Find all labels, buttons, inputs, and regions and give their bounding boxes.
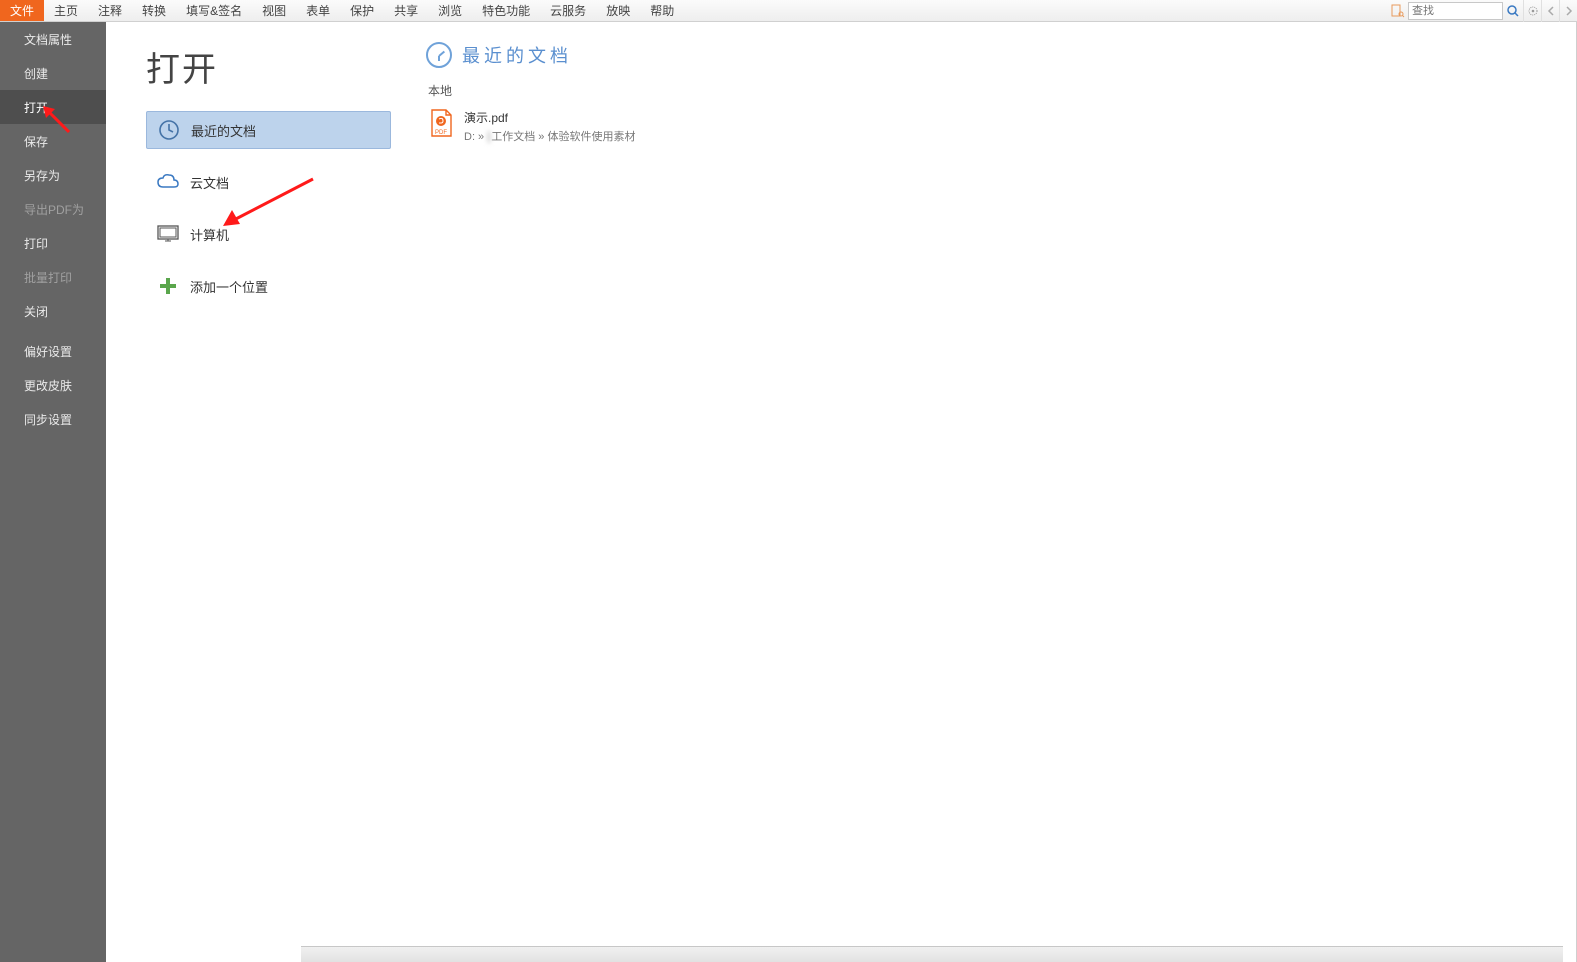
sidebar-item-export[interactable]: 导出PDF为 [0,192,106,226]
file-sidebar: 文档属性 创建 打开 保存 另存为 导出PDF为 打印 批量打印 关闭 偏好设置… [0,22,106,962]
sidebar-item-batchprint[interactable]: 批量打印 [0,260,106,294]
menu-tab-file[interactable]: 文件 [0,0,44,21]
location-label: 最近的文档 [191,121,256,140]
clock-icon [157,118,181,142]
location-cloud[interactable]: 云文档 [146,163,391,201]
menu-tab-convert[interactable]: 转换 [132,0,176,21]
cloud-icon [156,170,180,194]
sidebar-item-close[interactable]: 关闭 [0,294,106,328]
sidebar-item-create[interactable]: 创建 [0,56,106,90]
nav-next-icon[interactable] [1559,0,1577,22]
pdf-file-icon: PDF [428,109,454,137]
location-label: 计算机 [190,225,229,244]
nav-prev-icon[interactable] [1541,0,1559,22]
recent-file-item[interactable]: PDF 演示.pdf D: » 工作文档 » 体验软件使用素材 [426,105,1577,148]
recent-file-name: 演示.pdf [464,109,635,126]
menu-tab-cloud[interactable]: 云服务 [540,0,596,21]
location-add[interactable]: 添加一个位置 [146,267,391,305]
sidebar-item-skin[interactable]: 更改皮肤 [0,368,106,402]
menu-tab-home[interactable]: 主页 [44,0,88,21]
menu-tab-annotate[interactable]: 注释 [88,0,132,21]
clock-icon [426,42,452,68]
location-recent[interactable]: 最近的文档 [146,111,391,149]
location-label: 添加一个位置 [190,277,268,296]
plus-icon [156,274,180,298]
top-right-controls [1388,0,1577,22]
menu-tab-help[interactable]: 帮助 [640,0,684,21]
sidebar-item-save[interactable]: 保存 [0,124,106,158]
sidebar-item-prefs[interactable]: 偏好设置 [0,334,106,368]
sidebar-item-saveas[interactable]: 另存为 [0,158,106,192]
recent-documents-column: 最近的文档 本地 PDF 演示.pdf D: » 工作文档 » 体验软件使用素材 [391,22,1577,962]
menu-tab-fillsign[interactable]: 填写&签名 [176,0,252,21]
svg-text:PDF: PDF [435,130,447,136]
monitor-icon [156,222,180,246]
menu-tab-browse[interactable]: 浏览 [428,0,472,21]
menu-tab-view[interactable]: 视图 [252,0,296,21]
menu-tab-slideshow[interactable]: 放映 [596,0,640,21]
sidebar-item-docprops[interactable]: 文档属性 [0,22,106,56]
main-panel: 打开 最近的文档 云文档 [106,22,1577,962]
location-label: 云文档 [190,173,229,192]
sidebar-item-print[interactable]: 打印 [0,226,106,260]
page-title: 打开 [146,42,391,91]
sidebar-item-open[interactable]: 打开 [0,90,106,124]
menu-tab-feature[interactable]: 特色功能 [472,0,540,21]
location-computer[interactable]: 计算机 [146,215,391,253]
bottom-scrollbar[interactable] [301,946,1563,962]
recent-section-local: 本地 [428,82,1577,99]
top-menu-bar: 文件 主页 注释 转换 填写&签名 视图 表单 保护 共享 浏览 特色功能 云服… [0,0,1577,22]
menu-tab-form[interactable]: 表单 [296,0,340,21]
menu-tab-protect[interactable]: 保护 [340,0,384,21]
menu-tab-share[interactable]: 共享 [384,0,428,21]
recent-title: 最近的文档 [462,42,572,68]
search-input[interactable] [1408,2,1503,20]
settings-gear-icon[interactable] [1523,0,1541,22]
open-locations-column: 打开 最近的文档 云文档 [106,22,391,962]
sidebar-item-sync[interactable]: 同步设置 [0,402,106,436]
recent-file-path: D: » 工作文档 » 体验软件使用素材 [464,128,635,144]
search-doc-icon [1388,0,1408,22]
search-button[interactable] [1503,0,1523,22]
